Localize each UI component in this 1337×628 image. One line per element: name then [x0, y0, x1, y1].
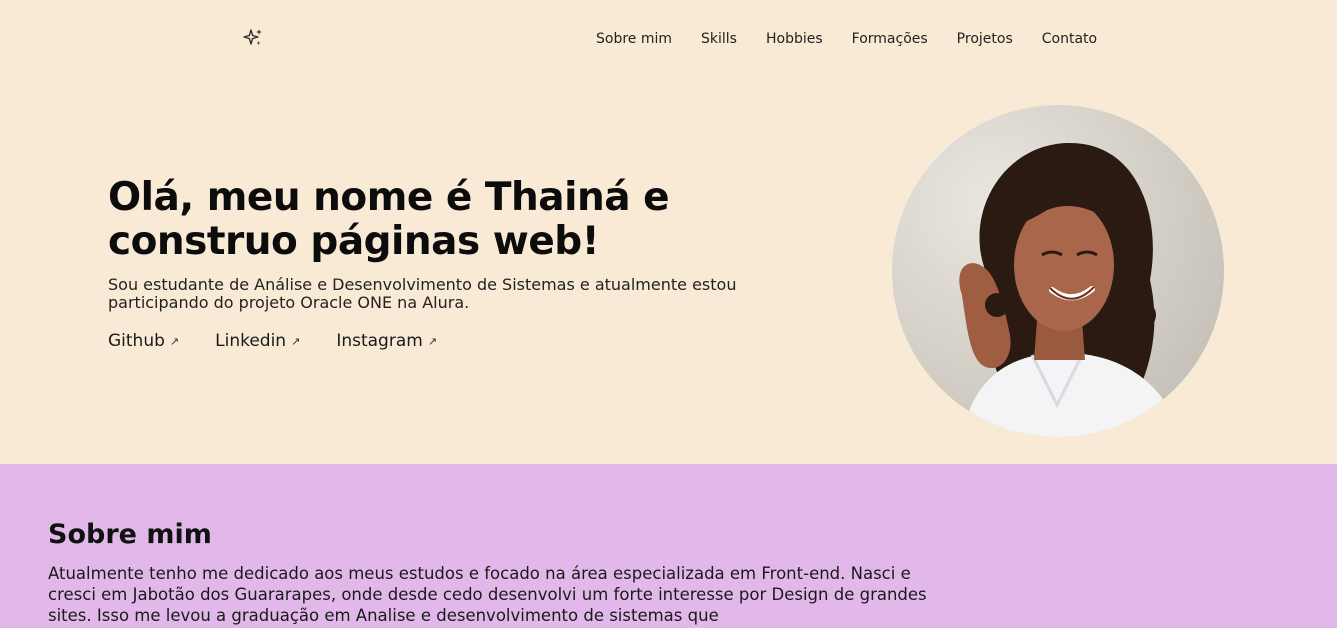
github-link[interactable]: Github ↗ — [108, 329, 179, 352]
external-arrow-icon: ↗ — [291, 335, 301, 348]
external-arrow-icon: ↗ — [427, 335, 438, 348]
linkedin-link-label: Linkedin — [215, 330, 287, 351]
hero-subtitle: Sou estudante de Análise e Desenvolvimen… — [108, 275, 737, 312]
instagram-link[interactable]: Instagram ↗ — [336, 329, 437, 352]
nav-item-formacoes[interactable]: Formações — [852, 30, 928, 48]
nav-item-contato[interactable]: Contato — [1042, 30, 1097, 48]
nav-item-skills[interactable]: Skills — [701, 30, 737, 48]
external-arrow-icon: ↗ — [169, 335, 180, 348]
sparkles-icon[interactable] — [242, 27, 264, 49]
hero-title: Olá, meu nome é Thainá e construo página… — [108, 175, 670, 264]
nav-item-projetos[interactable]: Projetos — [957, 30, 1013, 48]
hero-section: Sobre mim Skills Hobbies Formações Proje… — [0, 0, 1337, 464]
profile-photo — [892, 105, 1224, 437]
github-link-label: Github — [108, 330, 165, 351]
linkedin-link[interactable]: Linkedin ↗ — [215, 329, 300, 352]
social-links: Github ↗ Linkedin ↗ Instagram ↗ — [108, 329, 437, 352]
nav-item-hobbies[interactable]: Hobbies — [766, 30, 823, 48]
main-nav: Sobre mim Skills Hobbies Formações Proje… — [596, 30, 1097, 48]
instagram-link-label: Instagram — [336, 330, 423, 351]
about-text: Atualmente tenho me dedicado aos meus es… — [48, 564, 927, 625]
about-heading: Sobre mim — [48, 519, 212, 550]
nav-item-sobre-mim[interactable]: Sobre mim — [596, 30, 672, 48]
